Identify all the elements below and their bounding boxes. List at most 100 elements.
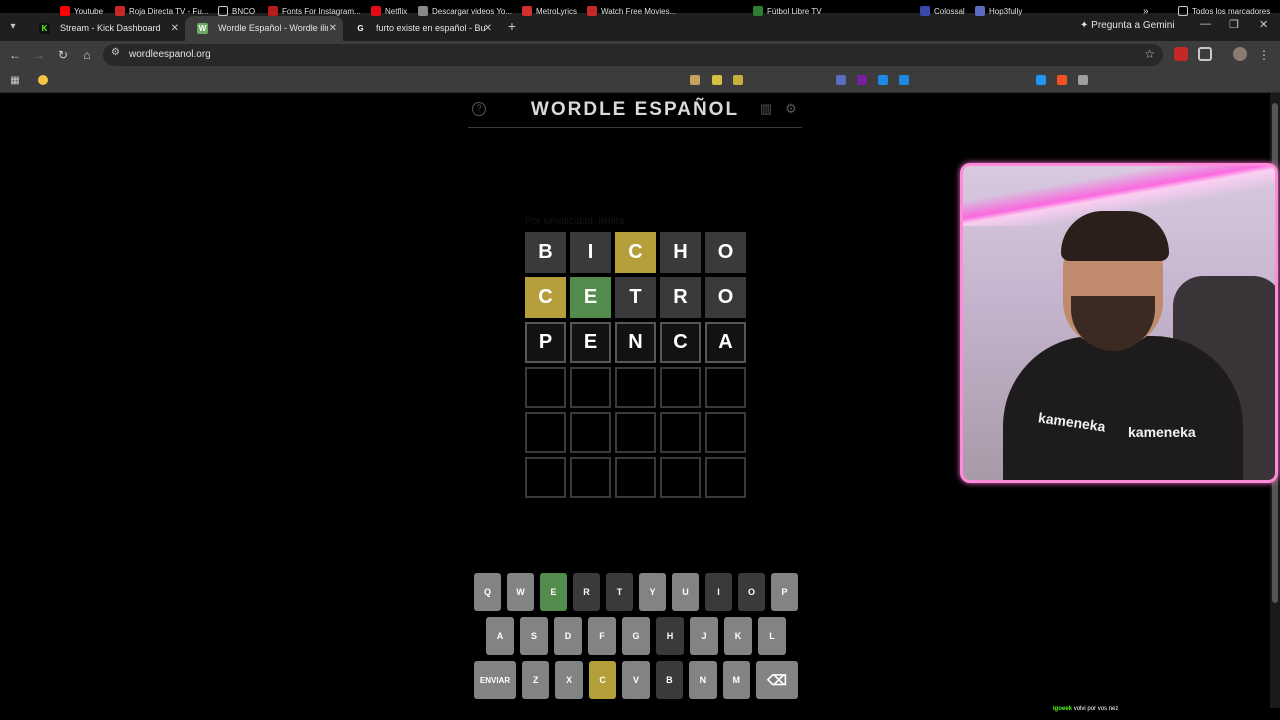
extensions-puzzle-icon[interactable] — [1198, 47, 1212, 61]
settings-gear-icon[interactable]: ⚙ — [784, 102, 798, 116]
site-info-icon[interactable]: ⚙ — [111, 47, 120, 58]
bookmark-shortcut-icon[interactable] — [836, 75, 846, 85]
extension-icon[interactable] — [1174, 47, 1188, 61]
bookmark-label: Watch Free Movies... — [601, 6, 677, 16]
enter-key[interactable]: ENVIAR — [474, 661, 517, 699]
letter-tile — [570, 457, 611, 498]
gemini-button[interactable]: ✦ Pregunta a Gemini — [1080, 20, 1175, 31]
key-z[interactable]: Z — [522, 661, 550, 699]
restore-icon[interactable]: ❐ — [1229, 18, 1239, 31]
bookmark-shortcut-icon[interactable] — [690, 75, 700, 85]
tab-close-icon[interactable]: ✕ — [329, 16, 337, 41]
key-x[interactable]: X — [555, 661, 583, 699]
bookmark-item[interactable]: BNCO — [218, 6, 255, 16]
bookmark-item[interactable]: Fútbol Libre TV — [753, 6, 822, 16]
letter-tile — [660, 367, 701, 408]
bookmark-item[interactable]: Watch Free Movies... — [587, 6, 676, 16]
key-b[interactable]: B — [655, 661, 684, 699]
bookmark-shortcut-icon[interactable] — [1057, 75, 1067, 85]
bookmark-label: MetroLyrics — [536, 6, 578, 16]
reload-icon[interactable]: ↻ — [55, 47, 71, 63]
all-bookmarks-folder[interactable]: Todos los marcadores — [1178, 6, 1270, 16]
game-header: ? WORDLE ESPAÑOL ▥ ⚙ — [468, 93, 802, 128]
letter-tile: O — [705, 232, 746, 273]
key-a[interactable]: A — [486, 617, 514, 655]
bookmark-label: Youtube — [74, 6, 104, 16]
bookmark-favicon-icon — [522, 6, 532, 16]
bookmark-item[interactable]: Youtube — [60, 6, 103, 16]
bookmark-item[interactable]: Fonts For Instagram... — [268, 6, 361, 16]
bookmark-item[interactable]: Netflix — [371, 6, 407, 16]
address-bar[interactable]: ⚙ wordleespanol.org ☆ — [103, 44, 1163, 66]
profile-avatar[interactable] — [1233, 47, 1247, 61]
bookmark-star-icon[interactable]: ☆ — [1144, 47, 1155, 61]
key-p[interactable]: P — [771, 573, 798, 611]
key-q[interactable]: Q — [474, 573, 501, 611]
home-icon[interactable]: ⌂ — [79, 47, 95, 63]
key-h[interactable]: H — [656, 617, 684, 655]
bookmark-label: BNCO — [232, 6, 256, 16]
bookmark-shortcut-icon[interactable] — [857, 75, 867, 85]
bookmark-favicon-icon — [268, 6, 278, 16]
bookmark-label: Roja Directa TV - Fu... — [129, 6, 209, 16]
key-v[interactable]: V — [622, 661, 650, 699]
bookmark-shortcut-icon[interactable] — [1036, 75, 1046, 85]
backspace-key-icon[interactable]: ⌫ — [755, 661, 798, 699]
browser-toolbar: ← → ↻ ⌂ ⚙ wordleespanol.org ☆ — [0, 41, 1280, 69]
bookmark-item[interactable]: Roja Directa TV - Fu... — [115, 6, 208, 16]
tab-search-icon[interactable]: ▾ — [5, 19, 21, 35]
bookmark-favicon-icon — [115, 6, 125, 16]
key-o[interactable]: O — [738, 573, 765, 611]
key-l[interactable]: L — [758, 617, 786, 655]
board-row — [525, 367, 746, 408]
key-y[interactable]: Y — [639, 573, 666, 611]
key-j[interactable]: J — [690, 617, 718, 655]
bookmark-shortcut-icon[interactable] — [878, 75, 888, 85]
minimize-icon[interactable]: — — [1200, 18, 1211, 30]
key-s[interactable]: S — [520, 617, 548, 655]
letter-tile — [660, 457, 701, 498]
bookmark-favicon-icon — [418, 6, 428, 16]
emoji-bookmark-icon[interactable] — [38, 75, 48, 85]
key-g[interactable]: G — [622, 617, 650, 655]
tab-close-icon[interactable]: ✕ — [484, 16, 492, 41]
letter-tile: P — [525, 322, 566, 363]
key-u[interactable]: U — [672, 573, 699, 611]
forward-icon[interactable]: → — [31, 47, 47, 63]
back-icon[interactable]: ← — [7, 47, 23, 63]
key-t[interactable]: T — [606, 573, 633, 611]
new-tab-icon[interactable]: + — [505, 19, 519, 33]
stats-icon[interactable]: ▥ — [759, 102, 773, 116]
bookmark-item[interactable]: MetroLyrics — [522, 6, 577, 16]
browser-tab[interactable]: Gfurto existe en español - Buscar✕ — [343, 16, 498, 41]
chat-user: lgoeek — [1053, 706, 1073, 712]
bookmark-label: Colossal — [934, 6, 965, 16]
key-n[interactable]: N — [689, 661, 717, 699]
letter-tile — [570, 412, 611, 453]
key-w[interactable]: W — [507, 573, 534, 611]
chat-text: volvi por vos nez — [1073, 706, 1119, 712]
key-m[interactable]: M — [722, 661, 750, 699]
key-d[interactable]: D — [554, 617, 582, 655]
bookmark-item[interactable]: Colossal — [920, 6, 965, 16]
browser-tab[interactable]: K Stream - Kick Dashboard ✕ — [27, 16, 185, 41]
bookmark-item[interactable]: Hop3fully — [975, 6, 1022, 16]
bookmark-shortcut-icon[interactable] — [733, 75, 743, 85]
key-i[interactable]: I — [705, 573, 732, 611]
bookmark-shortcut-icon[interactable] — [899, 75, 909, 85]
more-bookmarks-icon[interactable]: » — [1143, 6, 1149, 17]
key-f[interactable]: F — [588, 617, 616, 655]
close-window-icon[interactable]: ✕ — [1259, 18, 1268, 31]
keyboard-row: ENVIAR Z X C V B N M ⌫ — [474, 661, 798, 699]
key-c[interactable]: C — [588, 661, 617, 699]
tab-close-icon[interactable]: ✕ — [171, 16, 179, 41]
menu-icon[interactable]: ⋮ — [1256, 47, 1272, 63]
apps-grid-icon[interactable]: ▦ — [7, 73, 23, 89]
browser-tab[interactable]: W Wordle Español - Wordle ilimitado✕ — [185, 16, 343, 41]
key-k[interactable]: K — [724, 617, 752, 655]
key-e[interactable]: E — [540, 573, 567, 611]
bookmark-shortcut-icon[interactable] — [1078, 75, 1088, 85]
bookmark-item[interactable]: Descargar videos Yo... — [418, 6, 512, 16]
bookmark-shortcut-icon[interactable] — [712, 75, 722, 85]
key-r[interactable]: R — [573, 573, 600, 611]
